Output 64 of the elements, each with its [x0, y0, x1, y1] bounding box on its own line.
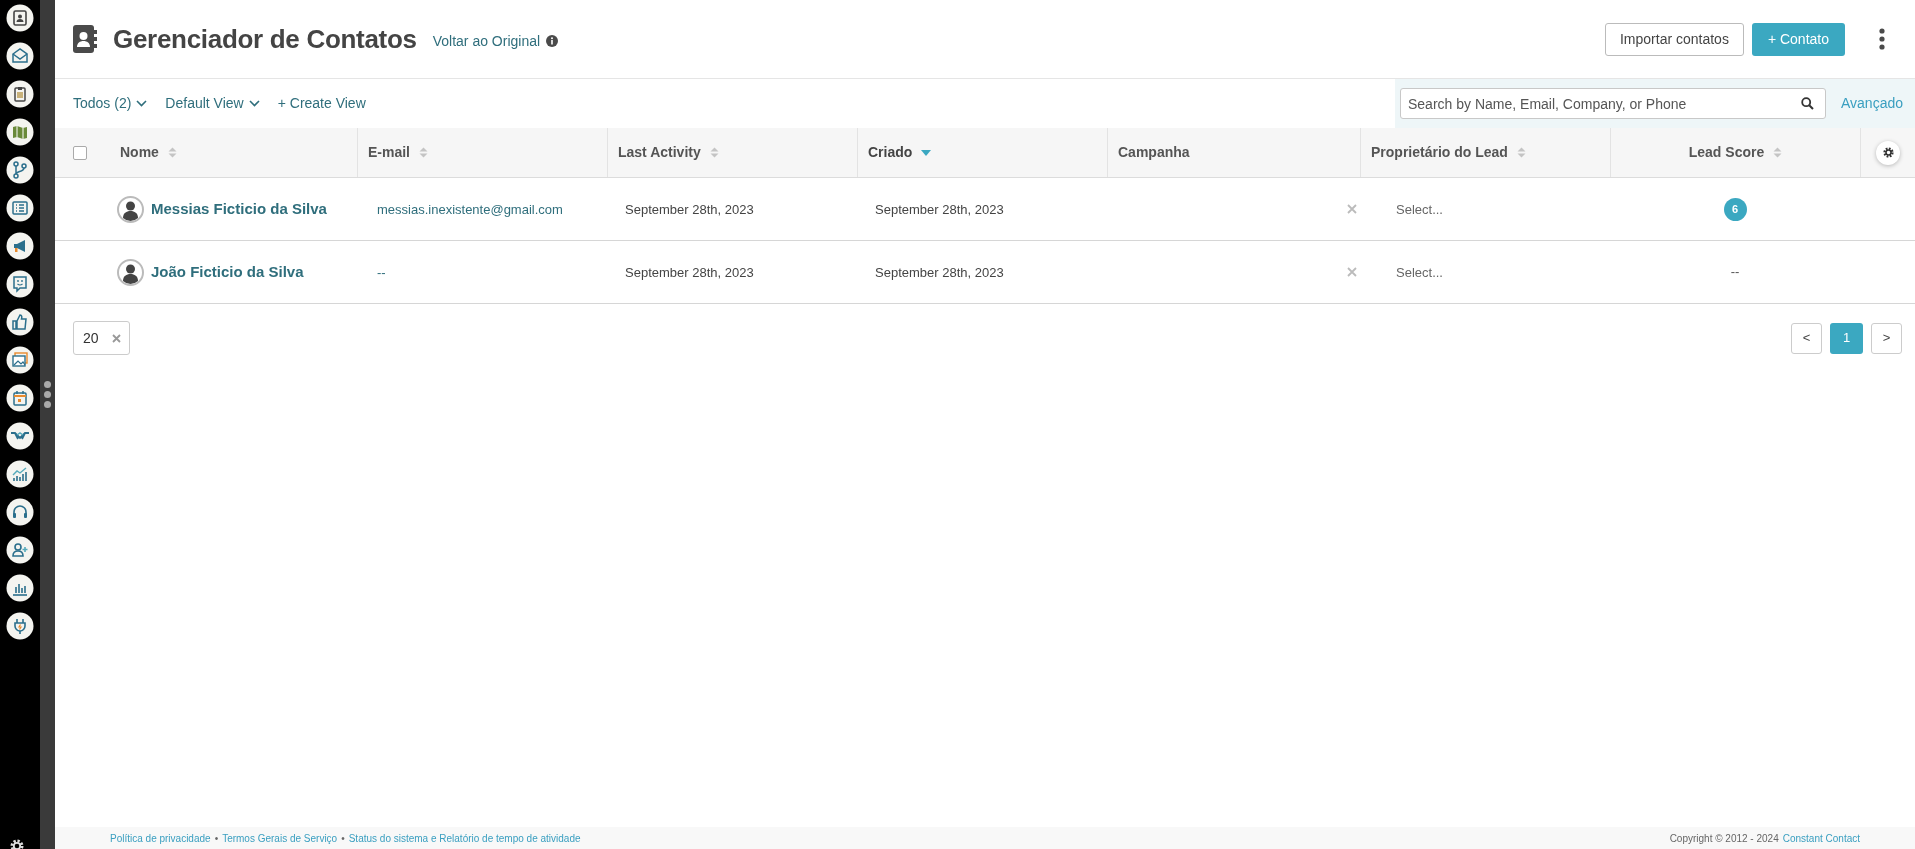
lead-owner-select[interactable]: Select... — [1396, 265, 1443, 280]
last-activity-cell: September 28th, 2023 — [625, 265, 754, 280]
column-header[interactable]: E-mail — [368, 142, 410, 163]
list-icon[interactable] — [6, 194, 34, 222]
created-date-cell: September 28th, 2023 — [875, 202, 1004, 217]
column-header[interactable]: Proprietário do Lead — [1371, 142, 1508, 163]
clipboard-icon[interactable] — [6, 80, 34, 108]
image-icon[interactable] — [6, 346, 34, 374]
megaphone-icon[interactable] — [6, 232, 34, 260]
branch-icon[interactable] — [6, 156, 34, 184]
contact-card-icon[interactable] — [6, 4, 34, 32]
pagination-button[interactable]: > — [1871, 322, 1902, 354]
lead-score-cell-text: -- — [1730, 263, 1740, 282]
import-contacts-button[interactable]: Importar contatos — [1604, 22, 1744, 56]
email-cell: -- — [377, 265, 386, 280]
more-options-icon[interactable] — [1879, 28, 1885, 50]
headset-icon[interactable] — [6, 498, 34, 526]
lead-owner-select[interactable]: Select... — [1396, 202, 1443, 217]
column-header[interactable]: Lead Score — [1688, 142, 1765, 163]
info-icon[interactable] — [546, 35, 559, 47]
chat-smiley-icon[interactable] — [6, 270, 34, 298]
column-header[interactable]: Last Activity — [618, 142, 701, 163]
thumbs-up-icon[interactable] — [6, 308, 34, 336]
settings-icon[interactable] — [10, 839, 24, 849]
add-user-icon[interactable] — [6, 536, 34, 564]
view-dropdown[interactable]: Default View — [165, 93, 260, 114]
envelope-icon[interactable] — [6, 42, 34, 70]
sort-descending-icon[interactable] — [921, 149, 932, 156]
lead-score-badge: 6 — [1723, 197, 1747, 221]
avatar-icon — [117, 258, 144, 286]
column-settings-button[interactable] — [1876, 140, 1900, 165]
view-dropdown[interactable]: Todos (2) — [73, 93, 148, 114]
email-cell: messias.inexistente@gmail.com — [377, 202, 563, 217]
bar-chart-icon[interactable] — [6, 574, 34, 602]
chevron-down-icon — [136, 100, 148, 107]
plug-icon[interactable] — [6, 612, 34, 640]
avatar-icon — [117, 195, 144, 223]
create-view-link[interactable]: + Create View — [277, 93, 366, 114]
separator-dot: • — [214, 831, 219, 846]
growth-chart-icon[interactable] — [6, 460, 34, 488]
column-header[interactable]: Campanha — [1118, 142, 1190, 163]
search-icon[interactable] — [1801, 97, 1814, 110]
created-date-cell: September 28th, 2023 — [875, 265, 1004, 280]
copyright-text: Copyright © 2012 - 2024 — [1669, 831, 1779, 846]
contact-name-link[interactable]: Messias Ficticio da Silva — [151, 197, 327, 221]
column-header[interactable]: Criado — [868, 142, 913, 163]
select-all-checkbox[interactable] — [73, 145, 87, 160]
separator-dot: • — [341, 831, 345, 846]
page-title: Gerenciador de Contatos — [113, 22, 417, 56]
search-field[interactable]: Search by Name, Email, Company, or Phone — [1400, 88, 1826, 119]
contact-name-link[interactable]: João Ficticio da Silva — [151, 260, 304, 284]
handshake-icon[interactable] — [6, 422, 34, 450]
back-to-original-link[interactable]: Voltar ao Original — [432, 30, 541, 52]
last-activity-cell: September 28th, 2023 — [625, 202, 754, 217]
address-book-icon — [73, 25, 97, 53]
calendar-icon[interactable] — [6, 384, 34, 412]
settings-icon — [1882, 147, 1894, 158]
clear-icon[interactable] — [111, 333, 121, 343]
page-size-select[interactable]: 20 — [73, 321, 130, 355]
map-icon[interactable] — [6, 118, 34, 146]
pagination-button[interactable]: < — [1791, 322, 1822, 354]
column-header[interactable]: Nome — [120, 142, 159, 163]
resize-handle-icon[interactable] — [44, 381, 51, 408]
chevron-down-icon — [248, 100, 260, 107]
